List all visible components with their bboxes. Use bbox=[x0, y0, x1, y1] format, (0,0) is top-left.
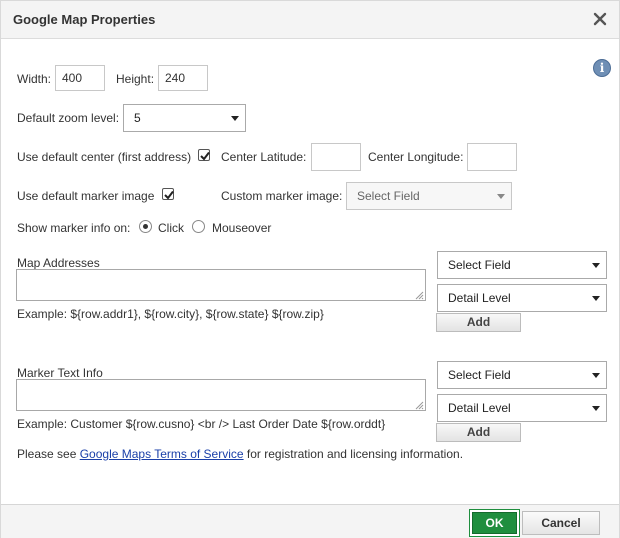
checkmark-icon bbox=[164, 190, 174, 200]
chevron-down-icon bbox=[592, 263, 600, 268]
marker-info-label: Show marker info on: bbox=[17, 221, 131, 235]
info-icon[interactable]: i bbox=[593, 59, 611, 77]
marker-text-label: Marker Text Info bbox=[17, 366, 103, 380]
center-latitude-label: Center Latitude: bbox=[221, 150, 307, 164]
zoom-level-label: Default zoom level: bbox=[17, 111, 120, 125]
custom-marker-select[interactable]: Select Field bbox=[346, 182, 512, 210]
addresses-add-button[interactable]: Add bbox=[436, 313, 521, 332]
height-label: Height: bbox=[116, 72, 155, 86]
addresses-field-value: Select Field bbox=[448, 258, 511, 272]
height-input[interactable] bbox=[158, 65, 208, 91]
dialog-footer: OK Cancel bbox=[1, 504, 619, 538]
marker-text-field-value: Select Field bbox=[448, 368, 511, 382]
custom-marker-value: Select Field bbox=[357, 189, 420, 203]
center-longitude-label: Center Longitude: bbox=[368, 150, 464, 164]
google-map-properties-dialog: Google Map Properties i Width: Height: D… bbox=[0, 0, 620, 538]
chevron-down-icon bbox=[231, 116, 239, 121]
marker-text-add-button[interactable]: Add bbox=[436, 423, 521, 442]
use-default-marker-checkbox[interactable] bbox=[162, 188, 174, 200]
zoom-level-select[interactable]: 5 bbox=[123, 104, 246, 132]
radio-click-label: Click bbox=[158, 221, 184, 235]
addresses-detail-value: Detail Level bbox=[448, 291, 511, 305]
addresses-example: Example: ${row.addr1}, ${row.city}, ${ro… bbox=[17, 307, 324, 321]
resize-grip-icon[interactable] bbox=[415, 291, 424, 300]
terms-prefix: Please see bbox=[17, 447, 80, 461]
addresses-field-select[interactable]: Select Field bbox=[437, 251, 607, 279]
radio-click[interactable] bbox=[139, 220, 152, 233]
width-label: Width: bbox=[17, 72, 52, 86]
center-latitude-input[interactable] bbox=[311, 143, 361, 171]
marker-text-textarea[interactable] bbox=[16, 379, 426, 411]
dialog-titlebar[interactable]: Google Map Properties bbox=[1, 1, 619, 39]
use-default-center-label: Use default center (first address) bbox=[17, 150, 192, 164]
map-addresses-textarea[interactable] bbox=[16, 269, 426, 301]
width-input[interactable] bbox=[55, 65, 105, 91]
map-addresses-label: Map Addresses bbox=[17, 256, 100, 270]
marker-text-detail-value: Detail Level bbox=[448, 401, 511, 415]
dialog-title: Google Map Properties bbox=[13, 12, 156, 27]
terms-notice: Please see Google Maps Terms of Service … bbox=[17, 447, 463, 461]
marker-text-detail-select[interactable]: Detail Level bbox=[437, 394, 607, 422]
resize-grip-icon[interactable] bbox=[415, 401, 424, 410]
terms-suffix: for registration and licensing informati… bbox=[243, 447, 464, 461]
marker-text-example: Example: Customer ${row.cusno} <br /> La… bbox=[17, 417, 386, 431]
use-default-marker-label: Use default marker image bbox=[17, 189, 155, 203]
chevron-down-icon bbox=[592, 406, 600, 411]
addresses-detail-select[interactable]: Detail Level bbox=[437, 284, 607, 312]
chevron-down-icon bbox=[592, 373, 600, 378]
checkmark-icon bbox=[200, 151, 210, 161]
ok-button[interactable]: OK bbox=[472, 512, 517, 534]
chevron-down-icon bbox=[497, 194, 505, 199]
chevron-down-icon bbox=[592, 296, 600, 301]
custom-marker-label: Custom marker image: bbox=[221, 189, 343, 203]
zoom-level-value: 5 bbox=[134, 111, 141, 125]
center-longitude-input[interactable] bbox=[467, 143, 517, 171]
close-icon[interactable] bbox=[593, 12, 607, 26]
use-default-center-checkbox[interactable] bbox=[198, 149, 210, 161]
cancel-button[interactable]: Cancel bbox=[522, 511, 600, 535]
radio-mouseover[interactable] bbox=[192, 220, 205, 233]
marker-text-field-select[interactable]: Select Field bbox=[437, 361, 607, 389]
terms-of-service-link[interactable]: Google Maps Terms of Service bbox=[80, 447, 244, 461]
radio-mouseover-label: Mouseover bbox=[212, 221, 272, 235]
